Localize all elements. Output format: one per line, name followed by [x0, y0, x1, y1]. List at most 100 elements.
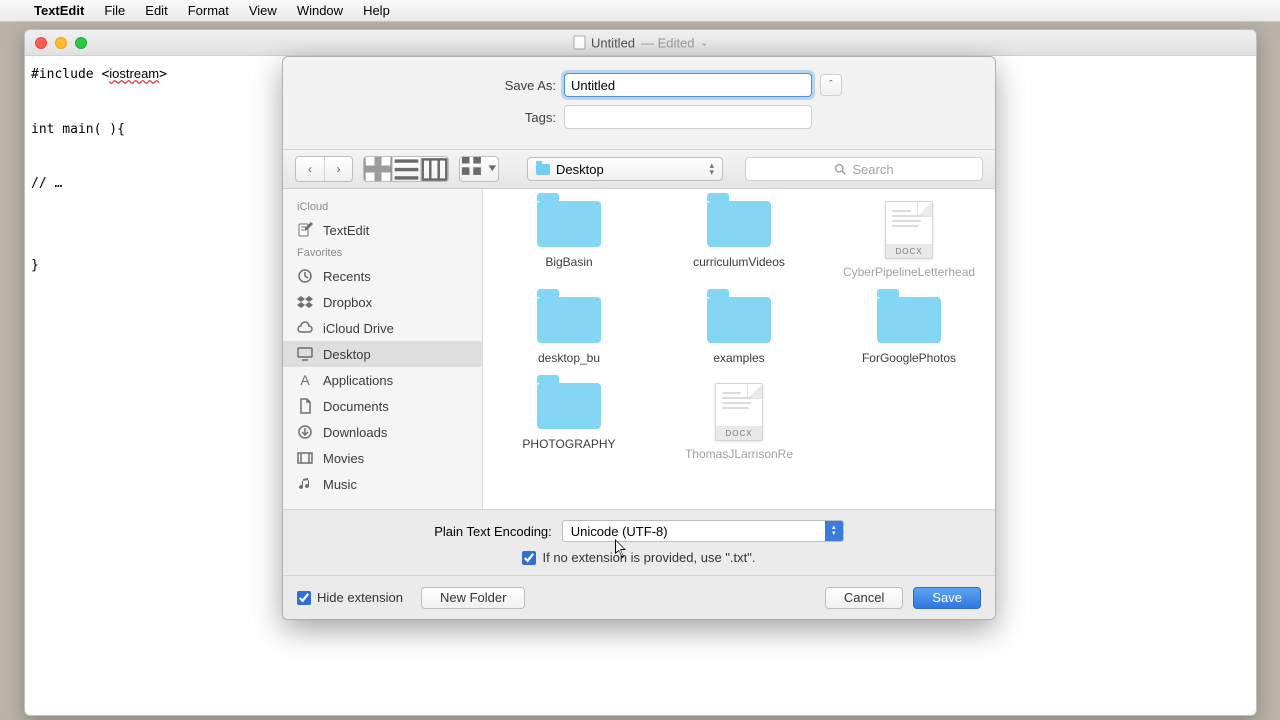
- cloud-icon: [297, 320, 313, 336]
- sidebar-item-applications[interactable]: A Applications: [283, 367, 482, 393]
- sidebar-heading: Favorites: [283, 243, 482, 263]
- window-zoom[interactable]: [75, 37, 87, 49]
- folder-icon: [877, 297, 941, 343]
- file-item[interactable]: DOCXCyberPipelineLetterhead: [829, 201, 989, 279]
- sidebar-item-dropbox[interactable]: Dropbox: [283, 289, 482, 315]
- cancel-button[interactable]: Cancel: [825, 587, 903, 609]
- use-txt-checkbox[interactable]: If no extension is provided, use ".txt".: [522, 550, 755, 565]
- folder-icon: [537, 383, 601, 429]
- title-disclosure-icon[interactable]: ⌄: [701, 37, 709, 48]
- file-item[interactable]: desktop_bu: [489, 297, 649, 365]
- sidebar-item-music[interactable]: Music: [283, 471, 482, 497]
- menu-app-name[interactable]: TextEdit: [24, 3, 94, 18]
- file-item-label: desktop_bu: [538, 351, 600, 365]
- file-item-label: ForGooglePhotos: [862, 351, 956, 365]
- menu-format[interactable]: Format: [178, 3, 239, 18]
- menubar: TextEdit File Edit Format View Window He…: [0, 0, 1280, 22]
- folder-icon: [537, 297, 601, 343]
- folder-icon: [707, 201, 771, 247]
- sidebar-item-documents[interactable]: Documents: [283, 393, 482, 419]
- folder-icon: [537, 201, 601, 247]
- tags-field[interactable]: [564, 105, 812, 129]
- view-icons-button[interactable]: [364, 157, 392, 181]
- sidebar-item-label: iCloud Drive: [323, 321, 394, 336]
- hide-extension-checkbox-box[interactable]: [297, 591, 311, 605]
- file-item[interactable]: BigBasin: [489, 201, 649, 279]
- downloads-icon: [297, 424, 313, 440]
- file-item-label: BigBasin: [545, 255, 592, 269]
- hide-extension-checkbox[interactable]: Hide extension: [297, 590, 403, 605]
- file-item[interactable]: DOCXThomasJLarrisonRe: [659, 383, 819, 461]
- movies-icon: [297, 450, 313, 466]
- sidebar: iCloud TextEdit Favorites Recents Dropbox iCl…: [283, 189, 483, 509]
- encoding-value: Unicode (UTF-8): [571, 524, 668, 539]
- sidebar-item-label: Music: [323, 477, 357, 492]
- encoding-popup[interactable]: Unicode (UTF-8) ▴▾: [562, 520, 844, 542]
- file-item[interactable]: PHOTOGRAPHY: [489, 383, 649, 461]
- sidebar-item-label: Movies: [323, 451, 364, 466]
- file-item-label: PHOTOGRAPHY: [522, 437, 615, 451]
- sidebar-item-downloads[interactable]: Downloads: [283, 419, 482, 445]
- file-item[interactable]: examples: [659, 297, 819, 365]
- folder-icon: [707, 297, 771, 343]
- search-field[interactable]: Search: [745, 157, 983, 181]
- nav-forward-button[interactable]: ›: [324, 157, 352, 181]
- save-as-label: Save As:: [436, 78, 556, 93]
- save-options: Plain Text Encoding: Unicode (UTF-8) ▴▾ …: [283, 509, 995, 575]
- sidebar-item-label: Applications: [323, 373, 393, 388]
- dialog-button-bar: Hide extension New Folder Cancel Save: [283, 575, 995, 619]
- sidebar-item-label: TextEdit: [323, 223, 369, 238]
- sidebar-item-movies[interactable]: Movies: [283, 445, 482, 471]
- use-txt-checkbox-label: If no extension is provided, use ".txt".: [542, 550, 755, 565]
- nav-back-button[interactable]: ‹: [296, 157, 324, 181]
- music-icon: [297, 476, 313, 492]
- document-icon: [573, 36, 585, 50]
- sidebar-item-recents[interactable]: Recents: [283, 263, 482, 289]
- svg-text:A: A: [300, 372, 310, 388]
- file-item[interactable]: curriculumVideos: [659, 201, 819, 279]
- view-columns-button[interactable]: [420, 157, 448, 181]
- sidebar-item-label: Dropbox: [323, 295, 372, 310]
- file-item-label: CyberPipelineLetterhead: [843, 265, 975, 279]
- file-item-label: curriculumVideos: [693, 255, 785, 269]
- window-edited-suffix: — Edited: [641, 35, 694, 50]
- folder-icon: [536, 164, 550, 175]
- menu-edit[interactable]: Edit: [135, 3, 177, 18]
- menu-help[interactable]: Help: [353, 3, 400, 18]
- menu-view[interactable]: View: [239, 3, 287, 18]
- file-item-label: ThomasJLarrisonRe: [685, 447, 793, 461]
- location-popup[interactable]: Desktop ▴▾: [527, 157, 723, 181]
- desktop-icon: [297, 346, 313, 362]
- hide-extension-label: Hide extension: [317, 590, 403, 605]
- save-as-field[interactable]: [564, 73, 812, 97]
- file-item-label: examples: [713, 351, 764, 365]
- popup-chevron-icon: ▴▾: [709, 162, 714, 176]
- file-grid[interactable]: BigBasin curriculumVideos DOCXCyberPipelin…: [483, 189, 995, 509]
- menu-window[interactable]: Window: [287, 3, 353, 18]
- save-button[interactable]: Save: [913, 587, 981, 609]
- search-placeholder: Search: [852, 162, 893, 177]
- titlebar[interactable]: Untitled — Edited ⌄: [25, 30, 1256, 56]
- window-close[interactable]: [35, 37, 47, 49]
- arrange-menu-button[interactable]: [460, 157, 498, 181]
- sidebar-item-label: Desktop: [323, 347, 371, 362]
- menu-file[interactable]: File: [94, 3, 135, 18]
- sidebar-item-textedit[interactable]: TextEdit: [283, 217, 482, 243]
- location-name: Desktop: [556, 162, 604, 177]
- window-minimize[interactable]: [55, 37, 67, 49]
- sidebar-item-icloud-drive[interactable]: iCloud Drive: [283, 315, 482, 341]
- sidebar-item-label: Documents: [323, 399, 389, 414]
- view-list-button[interactable]: [392, 157, 420, 181]
- new-folder-button[interactable]: New Folder: [421, 587, 525, 609]
- sidebar-item-desktop[interactable]: Desktop: [283, 341, 482, 367]
- apps-icon: A: [297, 372, 313, 388]
- save-dialog: Save As: ˆ Tags: ‹ ›: [282, 56, 996, 620]
- use-txt-checkbox-box[interactable]: [522, 551, 536, 565]
- window-title-text: Untitled: [591, 35, 635, 50]
- textedit-icon: [297, 222, 313, 238]
- sidebar-item-label: Recents: [323, 269, 371, 284]
- sidebar-heading: iCloud: [283, 197, 482, 217]
- collapse-dialog-button[interactable]: ˆ: [820, 74, 842, 96]
- popup-chevron-icon: ▴▾: [825, 521, 843, 541]
- file-item[interactable]: ForGooglePhotos: [829, 297, 989, 365]
